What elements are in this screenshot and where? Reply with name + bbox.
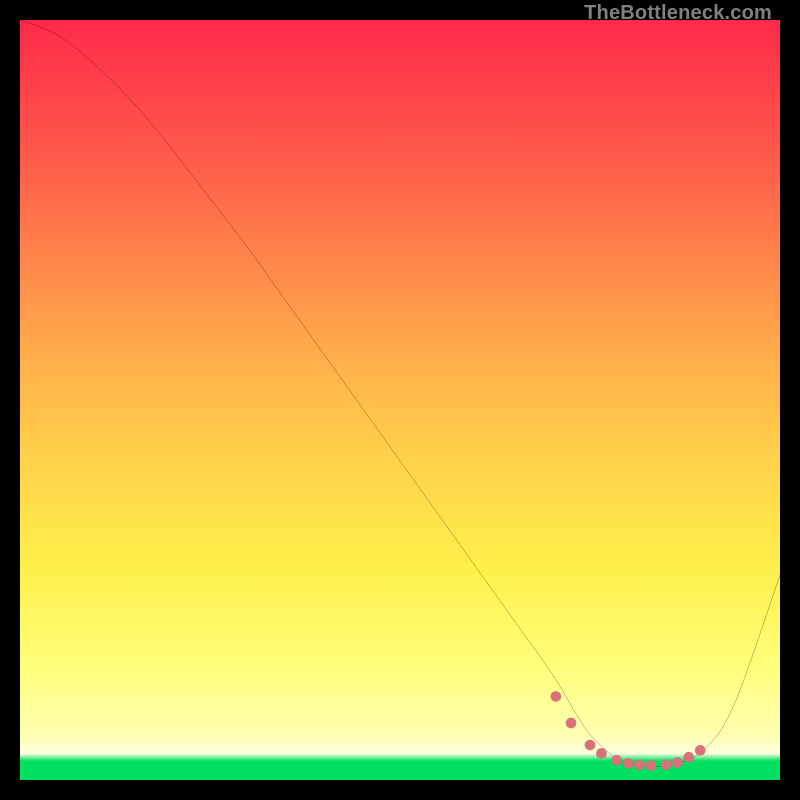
marker-dot [550, 691, 561, 702]
marker-dot [672, 757, 683, 768]
marker-dot [634, 759, 645, 770]
marker-dot [683, 752, 694, 763]
marker-group [550, 691, 705, 771]
bottleneck-curve [20, 20, 780, 767]
curve-layer [20, 20, 780, 780]
marker-dot [661, 759, 672, 770]
frame: TheBottleneck.com [0, 0, 800, 800]
marker-dot [566, 718, 577, 729]
marker-dot [585, 740, 596, 751]
marker-dot [611, 755, 622, 766]
marker-dot [645, 760, 656, 771]
marker-dot [695, 745, 706, 756]
marker-dot [623, 758, 634, 769]
marker-dot [596, 748, 607, 759]
